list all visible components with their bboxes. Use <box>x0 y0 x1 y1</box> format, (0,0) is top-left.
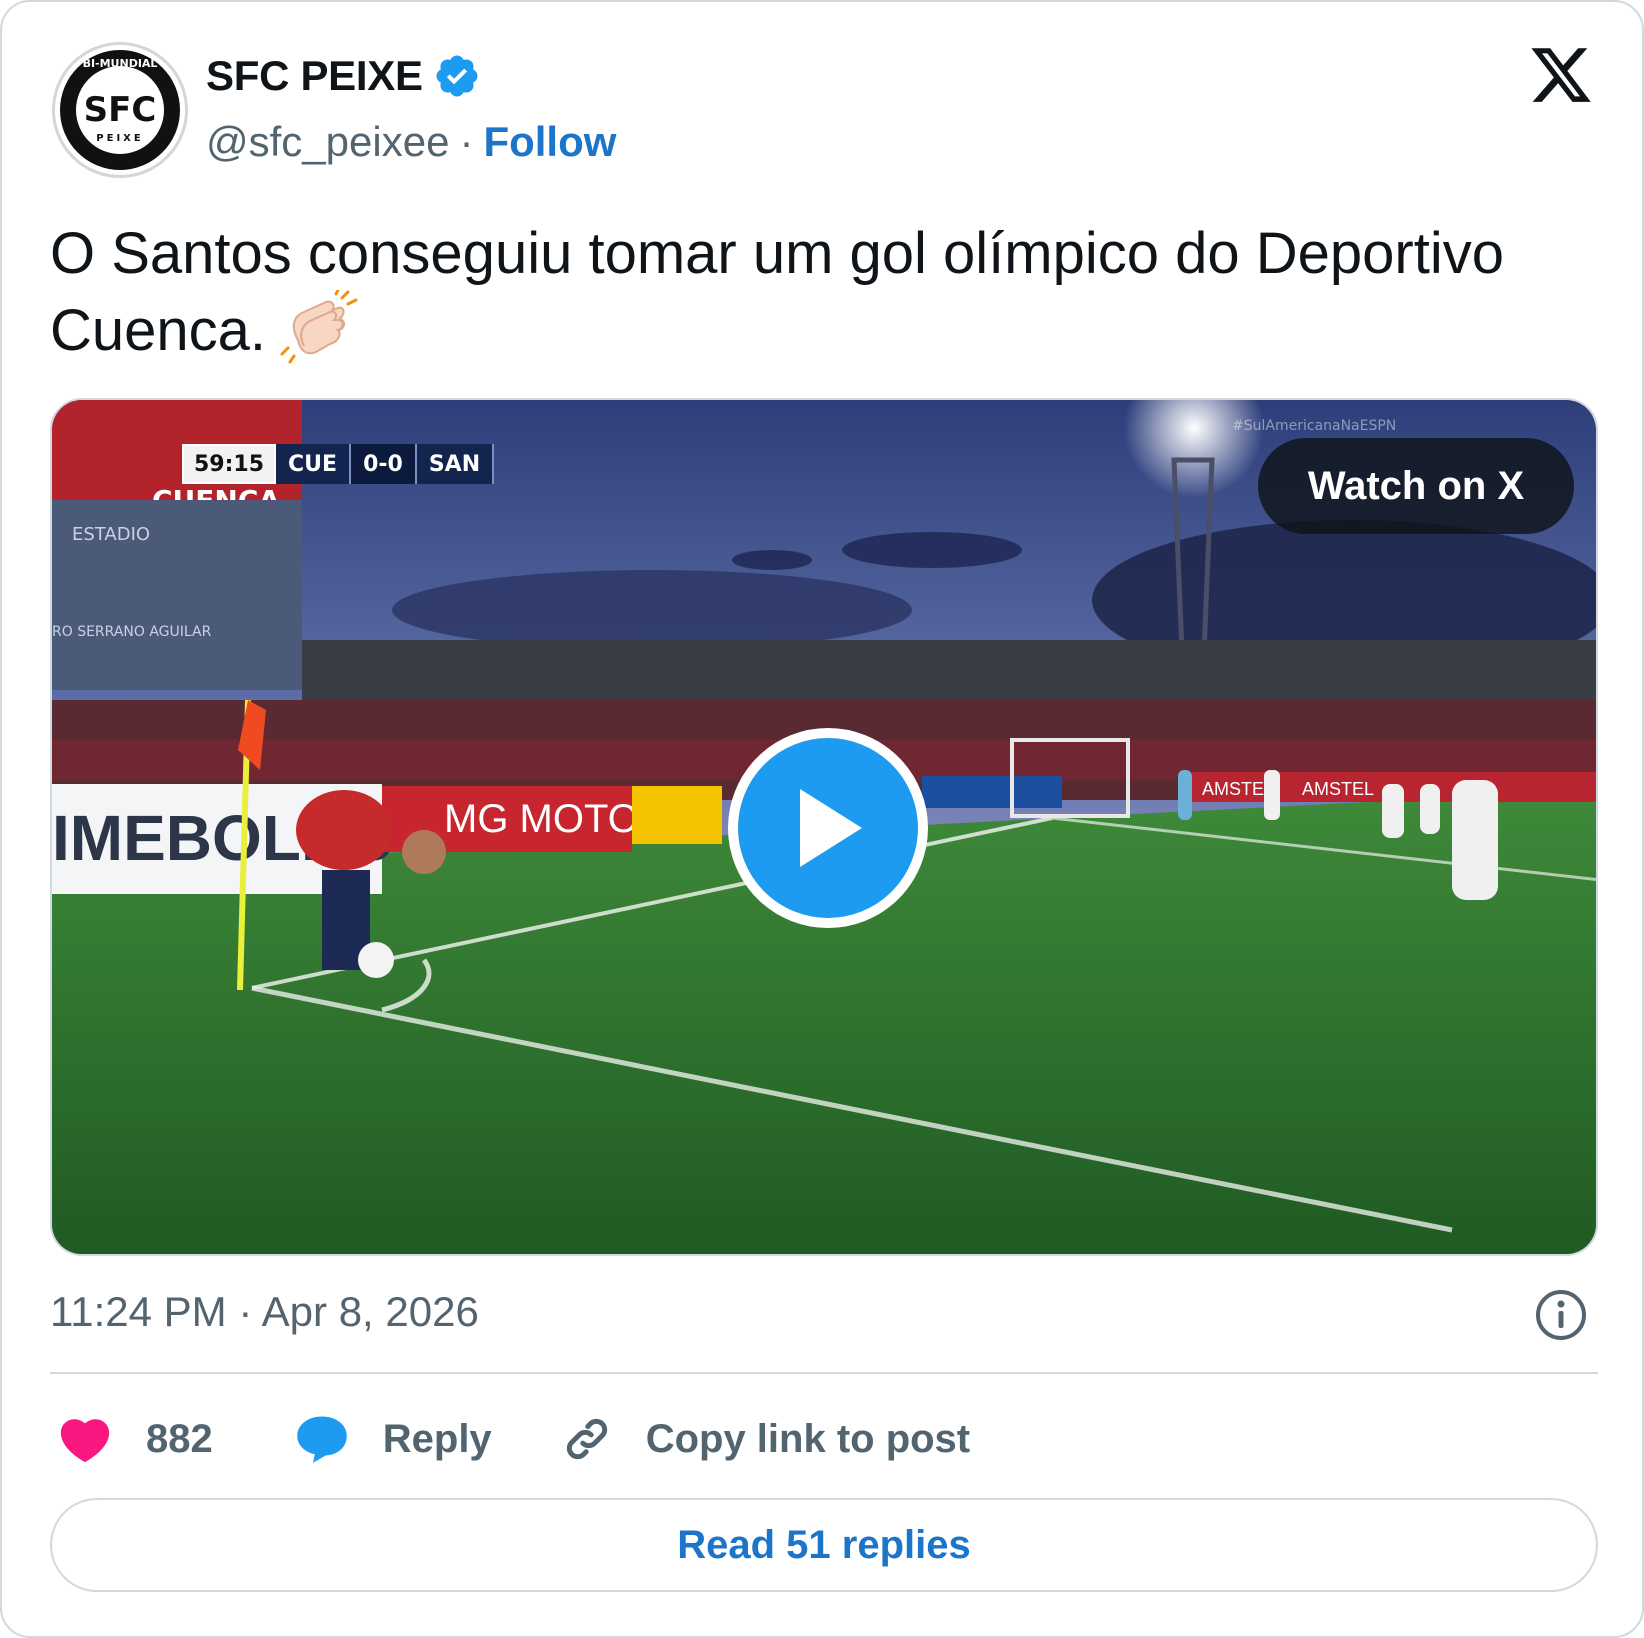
action-bar: 882 Reply Copy link to post <box>58 1404 970 1474</box>
x-logo-icon[interactable] <box>1526 42 1596 108</box>
handle-separator: · <box>459 118 474 165</box>
like-button[interactable]: 882 <box>58 1415 213 1463</box>
match-score: 0-0 <box>351 444 417 484</box>
stand-text-estadio: ESTADIO <box>72 524 150 545</box>
tweet-timestamp[interactable]: 11:24 PM · Apr 8, 2026 <box>50 1288 479 1336</box>
reply-bubble-icon <box>297 1416 347 1463</box>
tweet-body: O Santos conseguiu tomar um gol olímpico… <box>50 221 1504 363</box>
video-player[interactable]: CUENCA ESTADIO RO SERRANO AGUILAR #SulAm… <box>50 398 1598 1256</box>
ad-board-amstel-1: AMSTEL <box>1202 779 1274 799</box>
watch-on-x-button[interactable]: Watch on X <box>1258 438 1574 534</box>
copy-link-button[interactable]: Copy link to post <box>562 1414 970 1464</box>
verified-badge-icon <box>436 55 478 97</box>
like-count: 882 <box>146 1416 213 1461</box>
author-handle[interactable]: @sfc_peixee <box>206 118 449 166</box>
avatar-monogram: SFC <box>84 90 157 130</box>
read-replies-button[interactable]: Read 51 replies <box>50 1498 1598 1592</box>
link-icon <box>566 1418 607 1460</box>
info-icon[interactable] <box>1534 1288 1588 1342</box>
follow-button[interactable]: Follow <box>483 118 616 166</box>
stand-text-serrano: RO SERRANO AGUILAR <box>52 624 212 640</box>
author-handle-row: @sfc_peixee · Follow <box>206 118 616 166</box>
author-name-row: SFC PEIXE <box>206 52 481 100</box>
video-watermark: #SulAmericanaNaESPN <box>1232 418 1396 434</box>
play-button[interactable] <box>728 728 928 928</box>
avatar[interactable]: BI-MUNDIAL SFC PEIXE <box>52 42 188 178</box>
away-team: SAN <box>416 444 495 484</box>
author-display-name[interactable]: SFC PEIXE <box>206 52 423 100</box>
scorebug: 59:15 CUE 0-0 SAN <box>182 444 495 484</box>
copy-link-label: Copy link to post <box>645 1416 971 1461</box>
reply-button[interactable]: Reply <box>295 1414 492 1464</box>
tweet-text: O Santos conseguiu tomar um gol olímpico… <box>50 218 1610 367</box>
match-clock: 59:15 <box>182 444 277 484</box>
play-icon <box>800 789 862 867</box>
avatar-ring-top: BI-MUNDIAL <box>83 57 158 70</box>
reply-label: Reply <box>382 1416 492 1461</box>
tweet-card: BI-MUNDIAL SFC PEIXE SFC PEIXE @sfc_peix… <box>0 0 1644 1638</box>
avatar-ring-bottom: PEIXE <box>96 133 143 144</box>
heart-icon <box>60 1419 110 1463</box>
home-team: CUE <box>276 444 352 484</box>
divider <box>50 1372 1598 1374</box>
ad-board-amstel-2: AMSTEL <box>1302 779 1374 799</box>
clapping-hands-icon <box>280 290 358 364</box>
